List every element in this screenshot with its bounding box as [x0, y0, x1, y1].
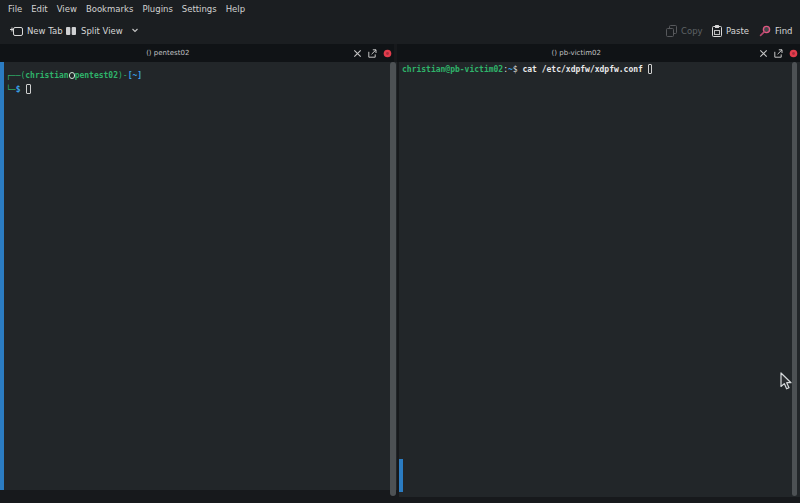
prompt-frame-bottom: └─	[6, 85, 16, 94]
pane-title-right: () pb-victim02	[397, 44, 757, 62]
scrollbar-right-pane[interactable]	[792, 62, 798, 496]
mouse-cursor	[780, 372, 793, 391]
maximize-view-icon[interactable]	[759, 49, 768, 58]
new-tab-icon	[9, 25, 23, 37]
terminal-output-right: christian@pb-victim02:~$ cat /etc/xdpfw/…	[402, 63, 652, 77]
toolbar: New Tab Split View Copy Paste	[0, 17, 800, 44]
close-view-button[interactable]	[383, 49, 392, 58]
split-view-label: Split View	[81, 26, 123, 36]
paste-icon	[712, 25, 722, 37]
maximize-view-icon[interactable]	[353, 49, 362, 58]
new-tab-label: New Tab	[27, 26, 63, 36]
prompt-symbol: $	[16, 85, 21, 94]
detach-view-icon[interactable]	[368, 49, 377, 58]
split-view-icon	[65, 26, 77, 36]
menu-bookmarks[interactable]: Bookmarks	[86, 4, 134, 14]
find-button[interactable]: Find	[759, 17, 792, 44]
pane-header-right: () pb-victim02	[397, 44, 800, 62]
menu-file[interactable]: File	[8, 4, 22, 14]
chevron-down-icon	[131, 28, 139, 33]
active-line-indicator-right	[399, 459, 403, 492]
copy-icon	[666, 25, 677, 37]
kali-at-symbol: ㉿	[69, 72, 75, 79]
pane-header-left: () pentest02	[0, 44, 394, 62]
prompt-user-host: christian@pb-victim02	[402, 65, 503, 74]
pane-title-left: () pentest02	[0, 44, 336, 62]
paste-label: Paste	[726, 26, 749, 36]
detach-view-icon[interactable]	[774, 49, 783, 58]
menu-settings[interactable]: Settings	[182, 4, 217, 14]
typed-command: cat /etc/xdpfw/xdpfw.conf	[522, 65, 642, 74]
prompt-frame-join: )-	[118, 71, 128, 80]
scrollbar-left-pane[interactable]	[390, 62, 396, 496]
menu-help[interactable]: Help	[226, 4, 245, 14]
terminal-cursor-right	[648, 64, 653, 74]
find-label: Find	[775, 26, 792, 36]
copy-label: Copy	[681, 26, 703, 36]
close-view-button[interactable]	[789, 49, 798, 58]
menu-view[interactable]: View	[57, 4, 77, 14]
prompt-path: [~]	[128, 71, 142, 80]
terminal-pane-right[interactable]: christian@pb-victim02:~$ cat /etc/xdpfw/…	[399, 62, 800, 497]
active-line-indicator-left	[0, 62, 4, 490]
terminal-cursor-left	[26, 84, 31, 94]
paste-button[interactable]: Paste	[712, 17, 749, 44]
menu-plugins[interactable]: Plugins	[142, 4, 172, 14]
find-icon	[759, 25, 771, 37]
prompt-user: christian	[25, 71, 68, 80]
menu-edit[interactable]: Edit	[31, 4, 47, 14]
prompt-host: pentest02	[75, 71, 118, 80]
terminal-pane-left[interactable]: ┌──(christian㉿pentest02)-[~] └─$	[0, 62, 397, 490]
prompt-frame-top: ┌──(	[6, 71, 25, 80]
menu-bar: File Edit View Bookmarks Plugins Setting…	[0, 0, 800, 17]
copy-button[interactable]: Copy	[666, 17, 703, 44]
new-tab-button[interactable]: New Tab	[9, 17, 63, 44]
terminal-output-left: ┌──(christian㉿pentest02)-[~] └─$	[6, 69, 142, 97]
split-view-button[interactable]: Split View	[65, 17, 139, 44]
